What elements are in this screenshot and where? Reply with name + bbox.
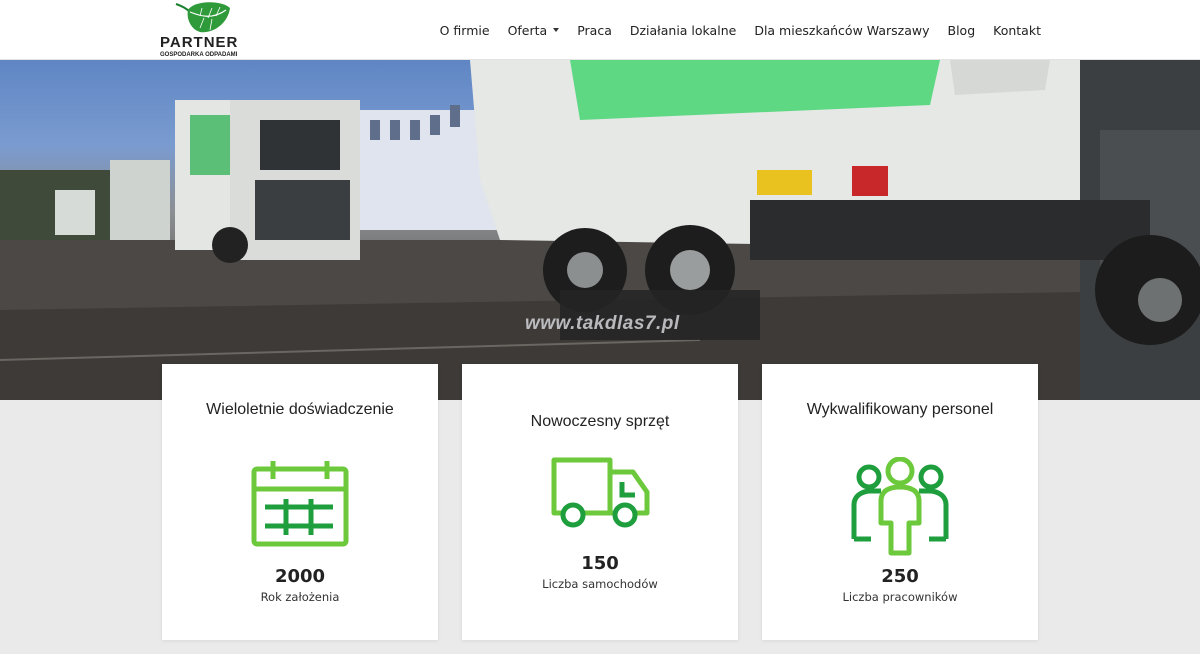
watermark-text: www.takdlas7.pl <box>525 313 680 334</box>
nav-item-oferta[interactable]: Oferta <box>508 23 560 38</box>
card-label: Rok założenia <box>260 590 340 604</box>
caret-down-icon <box>553 28 560 32</box>
card-number: 250 <box>881 566 919 587</box>
nav-label: Działania lokalne <box>629 22 737 38</box>
nav-label: O firmie <box>439 22 490 38</box>
truck-icon <box>551 457 650 528</box>
nav-label: Kontakt <box>993 22 1041 38</box>
stat-card-equipment: Nowoczesny sprzęt 150 Liczba samochodów <box>462 364 738 640</box>
nav-item-praca[interactable]: Praca <box>577 23 612 38</box>
card-number: 2000 <box>274 566 326 587</box>
partner-logo[interactable]: PARTNER GOSPODARKA ODPADAMI <box>160 2 252 58</box>
site-header: PARTNER GOSPODARKA ODPADAMI O firmie Ofe… <box>0 0 1200 60</box>
hero-garbage-trucks-image <box>0 60 1200 400</box>
logo-wordmark: PARTNER <box>160 34 239 51</box>
leaf-logo-icon <box>175 2 230 33</box>
card-number: 150 <box>581 553 619 574</box>
logo-tagline: GOSPODARKA ODPADAMI <box>160 52 238 58</box>
nav-label: Blog <box>947 22 976 38</box>
main-nav: O firmie Oferta Praca Działania lokalne … <box>440 0 1041 60</box>
nav-item-o-firmie[interactable]: O firmie <box>440 23 490 38</box>
nav-label: Oferta <box>507 22 548 38</box>
card-title: Wieloletnie doświadczenie <box>206 401 394 418</box>
nav-item-kontakt[interactable]: Kontakt <box>993 23 1041 38</box>
nav-item-blog[interactable]: Blog <box>948 23 976 38</box>
nav-item-dzialania-lokalne[interactable]: Działania lokalne <box>630 23 736 38</box>
nav-item-dla-mieszkancow[interactable]: Dla mieszkańców Warszawy <box>754 23 929 38</box>
hero-banner: www.takdlas7.pl <box>0 60 1200 400</box>
stat-card-staff: Wykwalifikowany personel 250 Liczba prac… <box>762 364 1038 640</box>
card-label: Liczba pracowników <box>842 590 958 604</box>
nav-label: Praca <box>577 22 612 38</box>
card-label: Liczba samochodów <box>542 577 658 591</box>
card-title: Nowoczesny sprzęt <box>530 413 670 430</box>
nav-label: Dla mieszkańców Warszawy <box>754 22 930 38</box>
stat-card-experience: Wieloletnie doświadczenie 2000 Rok założ… <box>162 364 438 640</box>
calendar-icon <box>251 461 349 547</box>
card-title: Wykwalifikowany personel <box>806 401 994 418</box>
people-icon <box>851 457 949 556</box>
